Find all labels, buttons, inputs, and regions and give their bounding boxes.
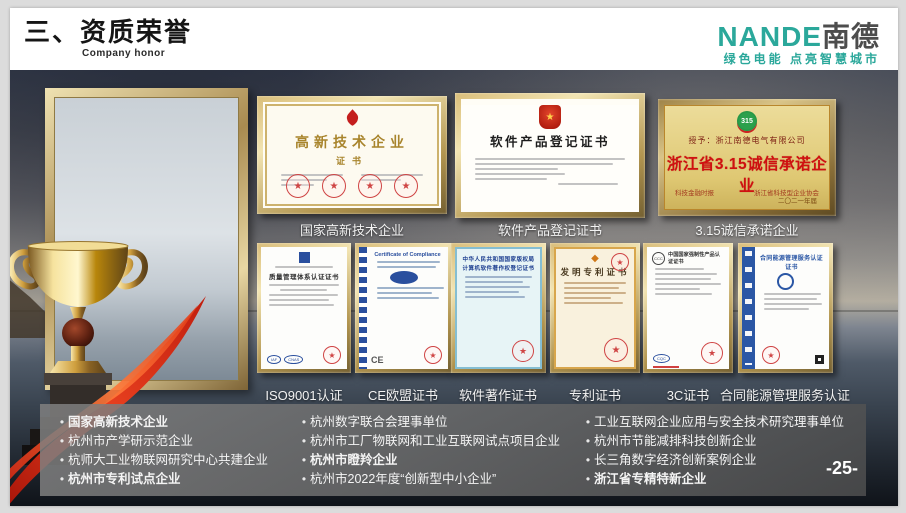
- certificate-title: 质量管理体系认证证书: [261, 271, 347, 281]
- cqc-logo-icon: CQC: [653, 354, 670, 363]
- honors-column-1: •国家高新技术企业 •杭州市产学研示范企业 •杭师大工业物联网研究中心共建企业 …: [56, 413, 296, 489]
- company-logo: NANDE南德: [717, 15, 880, 55]
- iaf-mark-icon: IAF: [267, 355, 281, 364]
- red-seal-icon: ★: [762, 346, 780, 364]
- certificate-caption: 国家高新技术企业: [252, 220, 452, 239]
- certificate-subtitle: 证书: [267, 154, 437, 167]
- certificate-title: 合同能源管理服务认证证书: [757, 253, 826, 271]
- red-seal-icon: ★: [358, 174, 382, 198]
- certificate-energy-management: 合同能源管理服务认证证书 ★: [738, 243, 833, 373]
- qr-code-icon: [815, 355, 824, 364]
- iso-emblem-icon: [299, 252, 310, 263]
- brand-tagline: 绿色电能 点亮智慧城市: [724, 50, 880, 67]
- red-seal-icon: ★: [322, 174, 346, 198]
- text-lines: [369, 261, 448, 268]
- honors-column-2: •杭州数字联合会理事单位 •杭州市工厂物联网和工业互联网试点项目企业 •杭州市瞪…: [298, 413, 582, 489]
- ccc-mark-icon: CCC: [652, 252, 665, 265]
- honor-item: •杭州市工厂物联网和工业互联网试点项目企业: [298, 432, 582, 451]
- honor-item: •杭州市专利试点企业: [56, 470, 296, 489]
- honor-item: •杭州市瞪羚企业: [298, 451, 582, 470]
- slide-header: 三、资质荣誉 Company honor NANDE南德 绿色电能 点亮智慧城市: [10, 8, 898, 70]
- cnas-mark-icon: CNAS: [284, 355, 303, 364]
- honor-item: •杭州市2022年度“创新型中小企业”: [298, 470, 582, 489]
- page-subtitle: Company honor: [82, 48, 165, 59]
- certificate-title-top: 中华人民共和国国家版权局: [457, 255, 540, 263]
- certificate-caption: 3.15诚信承诺企业: [647, 220, 847, 239]
- national-emblem-icon: ★: [539, 105, 561, 129]
- ce-side-band: [359, 247, 367, 369]
- red-text-line: [653, 366, 679, 368]
- certificate-software-product: ★ 软件产品登记证书: [455, 93, 645, 218]
- red-seal-icon: ★: [701, 342, 723, 364]
- cert-body-logo-icon: [777, 273, 794, 290]
- flame-icon: [345, 109, 360, 126]
- honor-item: •杭师大工业物联网研究中心共建企业: [56, 451, 296, 470]
- certificate-title: 计算机软件著作权登记证书: [457, 264, 540, 272]
- honor-item: •杭州市产学研示范企业: [56, 432, 296, 451]
- certificate-ce: Certificate of Compliance CE ★: [355, 243, 452, 373]
- logo-text-en: NANDE: [717, 21, 822, 52]
- ems-side-band: [742, 247, 755, 369]
- page-title: 三、资质荣誉: [24, 12, 192, 49]
- honors-panel: •国家高新技术企业 •杭州市产学研示范企业 •杭师大工业物联网研究中心共建企业 …: [40, 404, 866, 496]
- text-lines: [457, 276, 540, 298]
- honor-item: •国家高新技术企业: [56, 413, 296, 432]
- honor-item: •浙江省专精特新企业: [582, 470, 866, 489]
- honor-item: •杭州市节能减排科技创新企业: [582, 432, 866, 451]
- red-seal-icon: ★: [394, 174, 418, 198]
- text-lines: [369, 287, 448, 299]
- certificate-software-copyright: 中华人民共和国国家版权局 计算机软件著作权登记证书 ★: [451, 243, 546, 373]
- red-seal-icon: ★: [424, 346, 442, 364]
- certificate-high-tech-enterprise: 高新技术企业 证书 ★ ★ ★ ★: [257, 96, 447, 214]
- certificate-315-integrity: 315 授予：浙江南德电气有限公司 浙江省3.15诚信承诺企业 科技金融时报 浙…: [658, 99, 836, 216]
- seal-row: ★ ★ ★ ★: [267, 174, 437, 198]
- certificate-iso9001: 质量管理体系认证证书 IAF CNAS ★: [257, 243, 351, 373]
- honors-column-3: •工业互联网企业应用与安全技术研究理事单位 •杭州市节能减排科技创新企业 •长三…: [582, 413, 866, 489]
- text-lines: [461, 150, 639, 185]
- certificate-title: 中国国家强制性产品认证证书: [668, 251, 725, 265]
- red-seal-icon: ★: [611, 253, 629, 271]
- certificate-title: 软件产品登记证书: [461, 131, 639, 150]
- text-lines: [261, 284, 347, 306]
- award-to-text: 授予：浙江南德电气有限公司: [665, 135, 829, 146]
- accreditation-marks: IAF CNAS: [267, 355, 303, 364]
- red-seal-icon: ★: [512, 340, 534, 362]
- text-lines: [556, 282, 634, 304]
- honor-item: •工业互联网企业应用与安全技术研究理事单位: [582, 413, 866, 432]
- red-seal-icon: ★: [604, 338, 628, 362]
- text-lines: [647, 268, 729, 295]
- page-number: -25-: [826, 458, 858, 479]
- certificate-patent: ★ ◆ 发明专利证书 ★: [550, 243, 640, 373]
- logo-text-cn: 南德: [822, 21, 880, 52]
- certificate-caption: 合同能源管理服务认证: [695, 385, 875, 404]
- notified-body-logo-icon: [390, 271, 418, 284]
- slide-canvas: 三、资质荣誉 Company honor NANDE南德 绿色电能 点亮智慧城市…: [10, 8, 898, 506]
- red-seal-icon: ★: [286, 174, 310, 198]
- text-lines: [756, 293, 829, 310]
- badge-315-icon: 315: [737, 111, 757, 131]
- certificate-caption: 软件产品登记证书: [450, 220, 650, 239]
- certificate-3c: CCC 中国国家强制性产品认证证书 CQC ★: [643, 243, 733, 373]
- ce-mark-icon: CE: [371, 355, 384, 365]
- honor-item: •杭州数字联合会理事单位: [298, 413, 582, 432]
- honor-item: •长三角数字经济创新案例企业: [582, 451, 866, 470]
- red-seal-icon: ★: [323, 346, 341, 364]
- certificate-title: 高新技术企业: [267, 132, 437, 152]
- certificate-year: 二〇二一年届: [778, 195, 817, 205]
- certificate-title: Certificate of Compliance: [371, 252, 444, 258]
